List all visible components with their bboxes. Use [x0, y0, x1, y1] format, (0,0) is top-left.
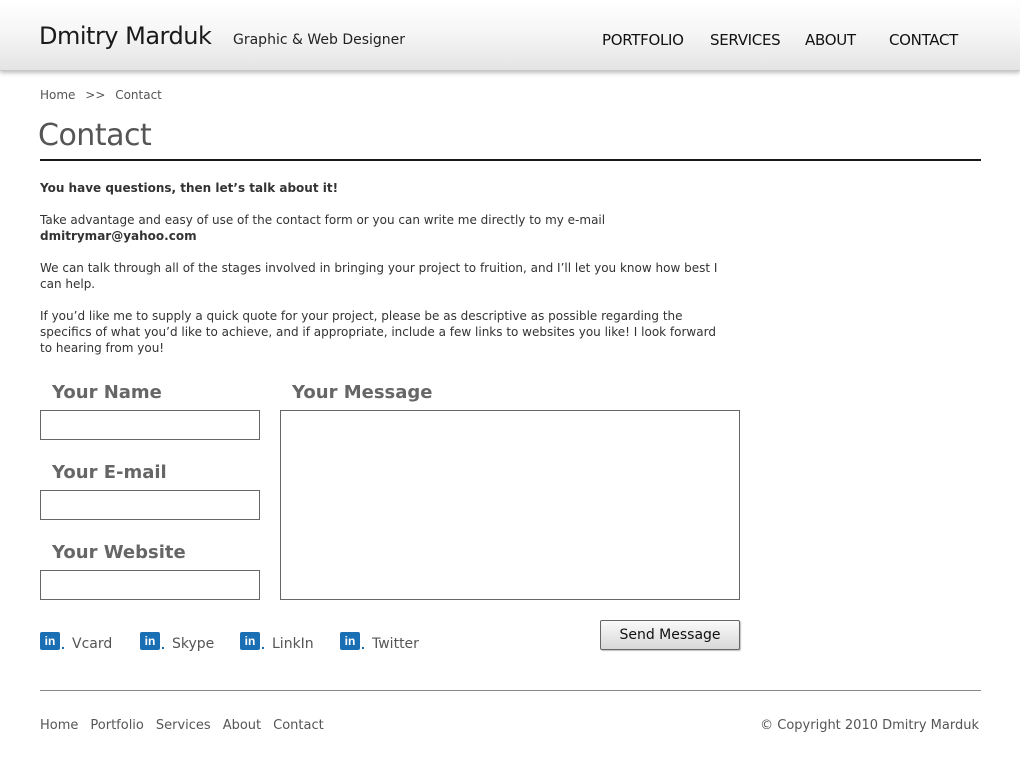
nav-contact[interactable]: CONTACT: [889, 31, 958, 49]
social-linkin[interactable]: in LinkIn: [240, 630, 314, 652]
social-label-twitter: Twitter: [372, 636, 419, 652]
website-label: Your Website: [52, 542, 186, 563]
social-label-skype: Skype: [172, 636, 215, 652]
main-nav: PORTFOLIO SERVICES ABOUT CONTACT: [0, 31, 1020, 51]
send-message-button[interactable]: Send Message: [600, 620, 740, 650]
name-label: Your Name: [52, 382, 162, 403]
breadcrumb: Home >> Contact: [40, 88, 168, 102]
intro-paragraph-2: We can talk through all of the stages in…: [40, 261, 718, 291]
email-field[interactable]: [40, 490, 260, 520]
title-divider: [40, 159, 981, 161]
footer-divider: [40, 690, 981, 691]
nav-about[interactable]: ABOUT: [805, 31, 856, 49]
intro-paragraph-3: If you’d like me to supply a quick quote…: [40, 309, 716, 355]
linkedin-icon: in: [140, 632, 164, 650]
page-title: Contact: [38, 118, 152, 153]
name-field[interactable]: [40, 410, 260, 440]
footer-link-services[interactable]: Services: [156, 718, 211, 733]
breadcrumb-separator: >>: [85, 88, 106, 102]
social-twitter[interactable]: in Twitter: [340, 630, 419, 652]
copyright-text: © Copyright 2010 Dmitry Marduk: [760, 718, 979, 733]
social-label-linkin: LinkIn: [272, 636, 314, 652]
intro-lead: You have questions, then let’s talk abou…: [40, 181, 339, 195]
breadcrumb-home[interactable]: Home: [40, 88, 75, 102]
linkedin-icon: in: [40, 632, 64, 650]
message-field[interactable]: [280, 410, 740, 600]
footer-link-contact[interactable]: Contact: [273, 718, 324, 733]
footer-link-about[interactable]: About: [223, 718, 261, 733]
footer-link-portfolio[interactable]: Portfolio: [90, 718, 143, 733]
contact-email[interactable]: dmitrymar@yahoo.com: [40, 228, 730, 244]
nav-portfolio[interactable]: PORTFOLIO: [602, 31, 684, 49]
linkedin-icon: in: [340, 632, 364, 650]
footer-nav: Home Portfolio Services About Contact: [40, 718, 336, 733]
email-label: Your E-mail: [52, 462, 167, 483]
social-label-vcard: Vcard: [72, 636, 113, 652]
website-field[interactable]: [40, 570, 260, 600]
social-vcard[interactable]: in Vcard: [40, 630, 112, 652]
intro-paragraph-1-text: Take advantage and easy of use of the co…: [40, 213, 606, 227]
intro-paragraph-1: Take advantage and easy of use of the co…: [40, 212, 730, 244]
footer-link-home[interactable]: Home: [40, 718, 78, 733]
breadcrumb-current: Contact: [115, 88, 162, 102]
nav-services[interactable]: SERVICES: [710, 31, 781, 49]
site-header: Dmitry Marduk Graphic & Web Designer POR…: [0, 0, 1020, 71]
linkedin-icon: in: [240, 632, 264, 650]
message-label: Your Message: [292, 382, 433, 403]
social-skype[interactable]: in Skype: [140, 630, 214, 652]
intro-text: You have questions, then let’s talk abou…: [40, 180, 730, 372]
